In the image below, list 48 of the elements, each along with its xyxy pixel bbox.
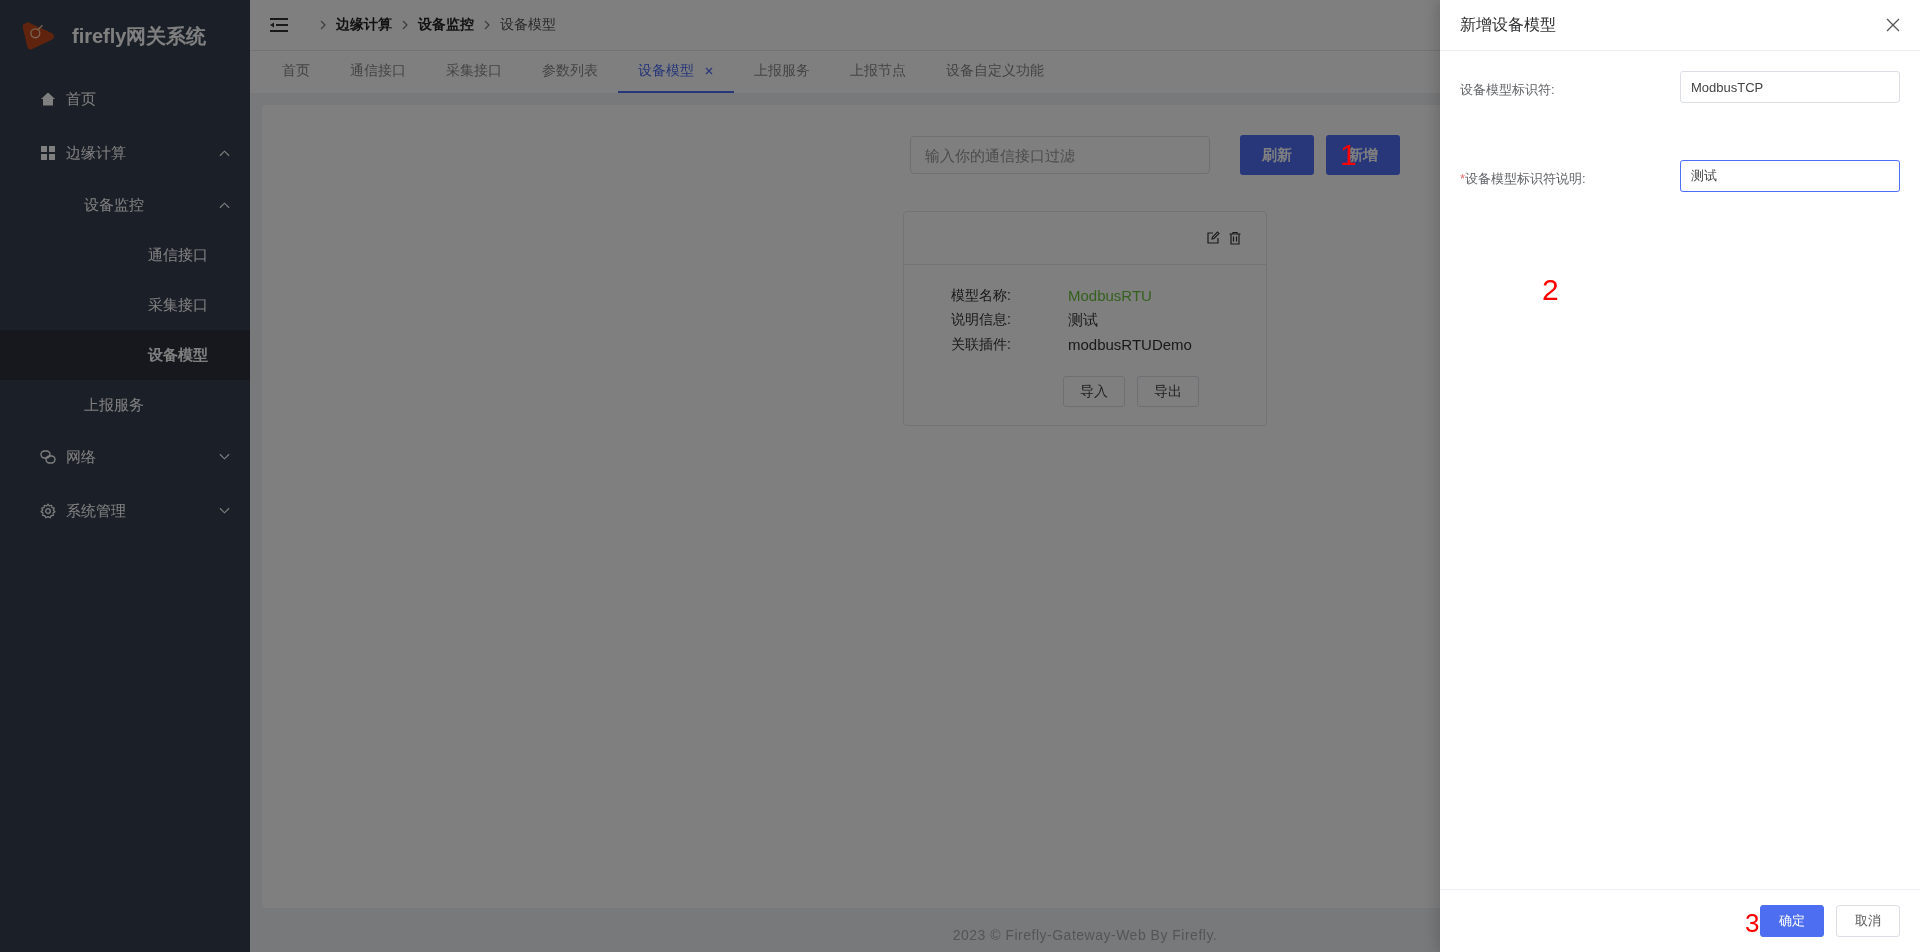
breadcrumb-item: 设备模型 (500, 16, 556, 34)
chevron-right-icon (402, 20, 408, 30)
annotation-number: 3 (1745, 910, 1760, 936)
menu-item[interactable]: 首页 (0, 72, 250, 126)
field-value: 测试 (1068, 311, 1098, 330)
tab[interactable]: 设备模型 (618, 51, 734, 93)
annotation-number: 2 (1542, 273, 1559, 307)
chevron-right-icon (484, 20, 490, 30)
menu-item[interactable]: 通信接口 (0, 230, 250, 280)
close-icon[interactable] (1886, 18, 1900, 32)
logo-text: firefly网关系统 (72, 23, 207, 49)
field-label: 关联插件: (951, 336, 1012, 354)
delete-icon[interactable] (1228, 231, 1242, 245)
breadcrumb-item[interactable]: 设备监控 (418, 16, 474, 34)
card-button[interactable]: 导入 (1063, 376, 1125, 407)
chevron-right-icon (320, 20, 326, 30)
grid-icon (40, 145, 56, 161)
tab[interactable]: 首页 (262, 51, 330, 93)
card-button[interactable]: 导出 (1137, 376, 1199, 407)
home-icon (40, 91, 56, 107)
drawer-title: 新增设备模型 (1460, 14, 1556, 35)
menu-item[interactable]: 上报服务 (0, 380, 250, 430)
logo-icon (20, 20, 56, 52)
form-label: 设备模型标识符说明: (1465, 171, 1586, 186)
menu-item[interactable]: 边缘计算 (0, 126, 250, 180)
tab[interactable]: 参数列表 (522, 51, 618, 93)
link-icon (40, 449, 56, 465)
menu-item[interactable]: 设备监控 (0, 180, 250, 230)
tab[interactable]: 设备自定义功能 (926, 51, 1064, 93)
menu-item[interactable]: 系统管理 (0, 484, 250, 538)
field-value: modbusRTUDemo (1068, 336, 1192, 354)
edit-icon[interactable] (1206, 231, 1220, 245)
menu-item[interactable]: 设备模型 (0, 330, 250, 380)
input-field[interactable]: ModbusTCP (1680, 71, 1900, 103)
toolbar-button[interactable]: 刷新 (1240, 135, 1314, 175)
input-field[interactable]: 测试 (1680, 160, 1900, 192)
breadcrumb-item[interactable]: 边缘计算 (336, 16, 392, 34)
menu-item[interactable]: 网络 (0, 430, 250, 484)
drawer-button[interactable]: 取消 (1836, 905, 1900, 937)
form-label: 设备模型标识符: (1460, 82, 1555, 97)
menu-item[interactable]: 采集接口 (0, 280, 250, 330)
field-label: 模型名称: (951, 287, 1012, 305)
field-label: 说明信息: (951, 311, 1012, 329)
settings-icon (40, 503, 56, 519)
field-value: ModbusRTU (1068, 287, 1152, 305)
menu-icon[interactable] (270, 18, 288, 32)
required-mark: * (1460, 171, 1466, 186)
drawer-button[interactable]: 确定 (1760, 905, 1824, 937)
